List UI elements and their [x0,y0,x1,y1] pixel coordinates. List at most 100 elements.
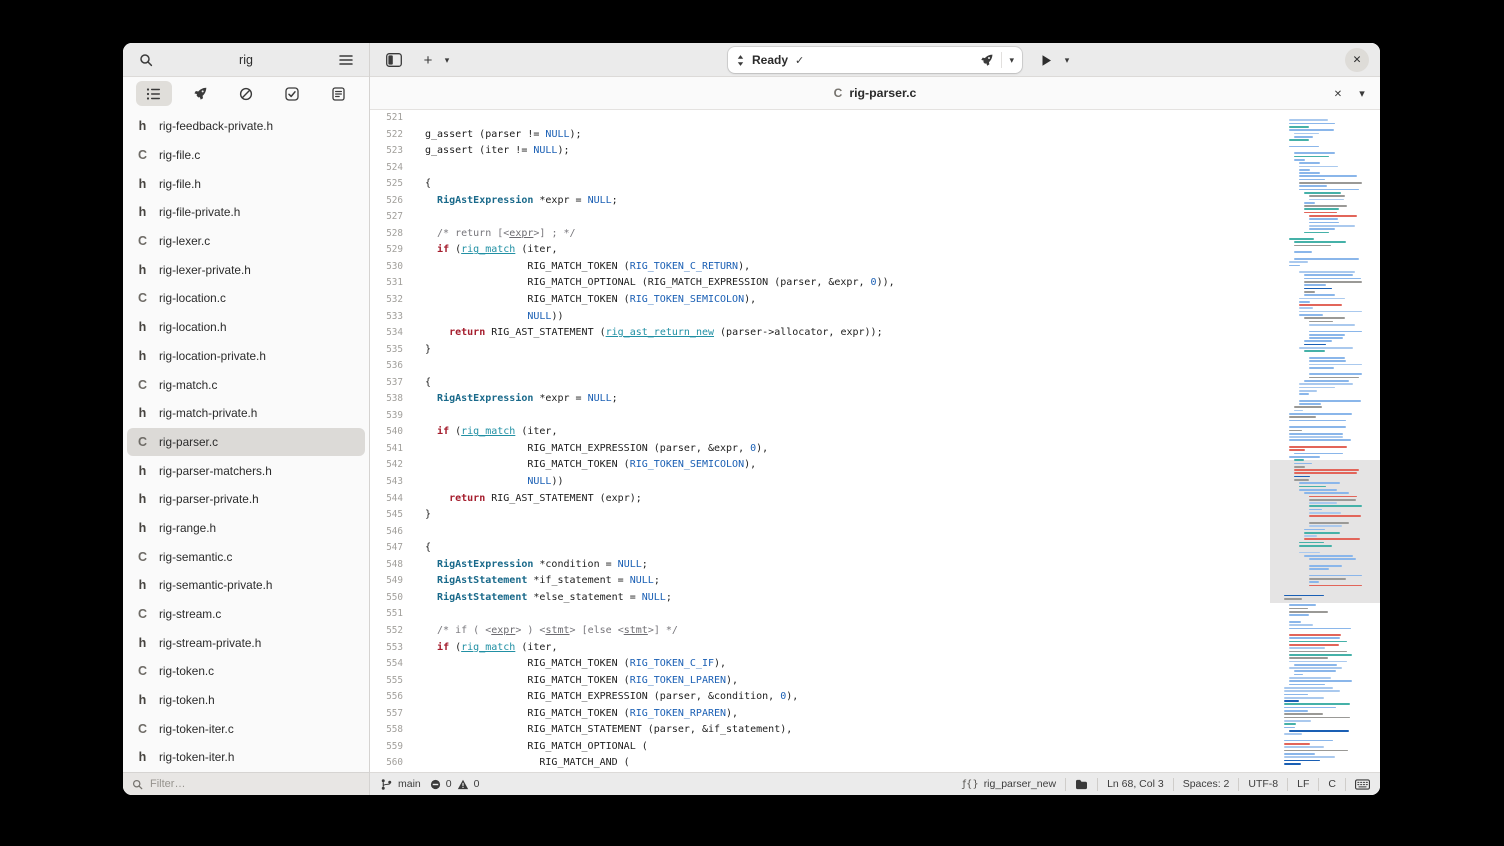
deploy-rocket-icon[interactable] [980,53,994,67]
file-row-rig-token-iter.c[interactable]: Crig-token-iter.c [127,714,365,743]
filter-input[interactable]: Filter… [150,778,185,790]
file-row-rig-range.h[interactable]: hrig-range.h [127,514,365,543]
file-row-rig-match.c[interactable]: Crig-match.c [127,370,365,399]
code-line-531[interactable]: 531 RIG_MATCH_OPTIONAL (RIG_MATCH_EXPRES… [370,275,1270,292]
minimap[interactable] [1270,110,1380,772]
file-row-rig-parser-private.h[interactable]: hrig-parser-private.h [127,485,365,514]
file-row-rig-location.h[interactable]: hrig-location.h [127,313,365,342]
line-ending-setting[interactable]: LF [1297,778,1309,790]
code-line-528[interactable]: 528 /* return [<expr>] ; */ [370,226,1270,243]
code-line-535[interactable]: 535} [370,342,1270,359]
source-view[interactable]: 521522g_assert (parser != NULL);523g_ass… [370,110,1270,772]
build-dropdown-icon[interactable]: ▾ [1009,56,1014,65]
file-row-rig-file-private.h[interactable]: hrig-file-private.h [127,198,365,227]
code-line-549[interactable]: 549 RigAstStatement *if_statement = NULL… [370,573,1270,590]
code-line-557[interactable]: 557 RIG_MATCH_TOKEN (RIG_TOKEN_RPAREN), [370,706,1270,723]
code-line-556[interactable]: 556 RIG_MATCH_EXPRESSION (parser, &condi… [370,689,1270,706]
code-line-536[interactable]: 536 [370,358,1270,375]
file-row-rig-location-private.h[interactable]: hrig-location-private.h [127,342,365,371]
code-line-545[interactable]: 545} [370,507,1270,524]
cursor-position[interactable]: Ln 68, Col 3 [1107,778,1164,790]
code-line-541[interactable]: 541 RIG_MATCH_EXPRESSION (parser, &expr,… [370,441,1270,458]
window-close-button[interactable]: ✕ [1345,48,1369,72]
branch-indicator[interactable]: main [380,778,421,791]
tab-list-dropdown[interactable]: ▾ [1352,84,1372,104]
tab-title[interactable]: rig-parser.c [849,86,916,100]
code-line-560[interactable]: 560 RIG_MATCH_AND ( [370,755,1270,772]
omnibar[interactable]: Ready ✓ ▾ [728,47,1022,73]
new-document-button[interactable]: + [418,48,438,72]
search-button[interactable] [133,48,159,72]
tab-close-button[interactable]: ✕ [1328,84,1348,104]
file-row-rig-token.h[interactable]: hrig-token.h [127,686,365,715]
file-row-rig-match-private.h[interactable]: hrig-match-private.h [127,399,365,428]
file-row-rig-token.c[interactable]: Crig-token.c [127,657,365,686]
code-line-532[interactable]: 532 RIG_MATCH_TOKEN (RIG_TOKEN_SEMICOLON… [370,292,1270,309]
code-line-527[interactable]: 527 [370,209,1270,226]
language-setting[interactable]: C [1328,778,1336,790]
code-line-521[interactable]: 521 [370,110,1270,127]
menu-button[interactable] [333,48,359,72]
code-line-559[interactable]: 559 RIG_MATCH_OPTIONAL ( [370,739,1270,756]
file-row-rig-feedback-private.h[interactable]: hrig-feedback-private.h [127,112,365,141]
code-line-546[interactable]: 546 [370,524,1270,541]
code-line-524[interactable]: 524 [370,160,1270,177]
code-line-530[interactable]: 530 RIG_MATCH_TOKEN (RIG_TOKEN_C_RETURN)… [370,259,1270,276]
code-line-538[interactable]: 538 RigAstExpression *expr = NULL; [370,391,1270,408]
minimap-line [1299,172,1320,174]
code-line-539[interactable]: 539 [370,408,1270,425]
code-line-550[interactable]: 550 RigAstStatement *else_statement = NU… [370,590,1270,607]
code-line-543[interactable]: 543 NULL)) [370,474,1270,491]
code-line-533[interactable]: 533 NULL)) [370,309,1270,326]
keyboard-settings-button[interactable] [1355,779,1370,790]
file-row-rig-stream.c[interactable]: Crig-stream.c [127,600,365,629]
file-row-rig-lexer.c[interactable]: Crig-lexer.c [127,227,365,256]
code-line-529[interactable]: 529 if (rig_match (iter, [370,242,1270,259]
toggle-sidebar-button[interactable] [380,48,408,72]
file-row-rig-token-iter.h[interactable]: hrig-token-iter.h [127,743,365,772]
code-line-523[interactable]: 523g_assert (iter != NULL); [370,143,1270,160]
code-line-551[interactable]: 551 [370,606,1270,623]
file-row-rig-semantic-private.h[interactable]: hrig-semantic-private.h [127,571,365,600]
code-line-547[interactable]: 547{ [370,540,1270,557]
panel-tab-todo[interactable] [274,81,310,106]
code-line-540[interactable]: 540 if (rig_match (iter, [370,424,1270,441]
run-button[interactable] [1035,48,1057,72]
code-line-542[interactable]: 542 RIG_MATCH_TOKEN (RIG_TOKEN_SEMICOLON… [370,457,1270,474]
code-line-526[interactable]: 526 RigAstExpression *expr = NULL; [370,193,1270,210]
code-line-558[interactable]: 558 RIG_MATCH_STATEMENT (parser, &if_sta… [370,722,1270,739]
code-line-522[interactable]: 522g_assert (parser != NULL); [370,127,1270,144]
code-line-525[interactable]: 525{ [370,176,1270,193]
code-line-554[interactable]: 554 RIG_MATCH_TOKEN (RIG_TOKEN_C_IF), [370,656,1270,673]
file-row-rig-file.c[interactable]: Crig-file.c [127,141,365,170]
file-row-rig-parser-matchers.h[interactable]: hrig-parser-matchers.h [127,456,365,485]
file-row-rig-lexer-private.h[interactable]: hrig-lexer-private.h [127,255,365,284]
file-row-rig-location.c[interactable]: Crig-location.c [127,284,365,313]
filter-bar[interactable]: Filter… [123,772,369,795]
code-editor[interactable]: 521522g_assert (parser != NULL);523g_ass… [370,110,1380,772]
code-line-548[interactable]: 548 RigAstExpression *condition = NULL; [370,557,1270,574]
code-line-553[interactable]: 553 if (rig_match (iter, [370,640,1270,657]
code-line-552[interactable]: 552 /* if ( <expr> ) <stmt> [else <stmt>… [370,623,1270,640]
code-line-537[interactable]: 537{ [370,375,1270,392]
project-folder-button[interactable] [1075,779,1088,790]
file-row-rig-parser.c[interactable]: Crig-parser.c [127,428,365,457]
diagnostics-indicator[interactable]: 0 0 [430,778,480,790]
code-line-544[interactable]: 544 return RIG_AST_STATEMENT (expr); [370,491,1270,508]
minimap-line [1304,294,1335,296]
file-row-rig-file.h[interactable]: hrig-file.h [127,169,365,198]
file-row-rig-stream-private.h[interactable]: hrig-stream-private.h [127,628,365,657]
new-document-dropdown[interactable]: ▾ [439,48,455,72]
indentation-setting[interactable]: Spaces: 2 [1183,778,1230,790]
code-line-534[interactable]: 534 return RIG_AST_STATEMENT (rig_ast_re… [370,325,1270,342]
sidebar-search-query[interactable]: rig [159,53,333,67]
current-symbol[interactable]: ƒ{} rig_parser_new [962,778,1056,790]
panel-tab-build[interactable] [182,81,218,106]
file-row-rig-semantic.c[interactable]: Crig-semantic.c [127,542,365,571]
run-dropdown[interactable]: ▾ [1059,48,1075,72]
code-line-555[interactable]: 555 RIG_MATCH_TOKEN (RIG_TOKEN_LPAREN), [370,673,1270,690]
panel-tab-diagnostics[interactable] [228,81,264,106]
panel-tab-files[interactable] [136,81,172,106]
panel-tab-documentation[interactable] [320,81,356,106]
encoding-setting[interactable]: UTF-8 [1248,778,1278,790]
